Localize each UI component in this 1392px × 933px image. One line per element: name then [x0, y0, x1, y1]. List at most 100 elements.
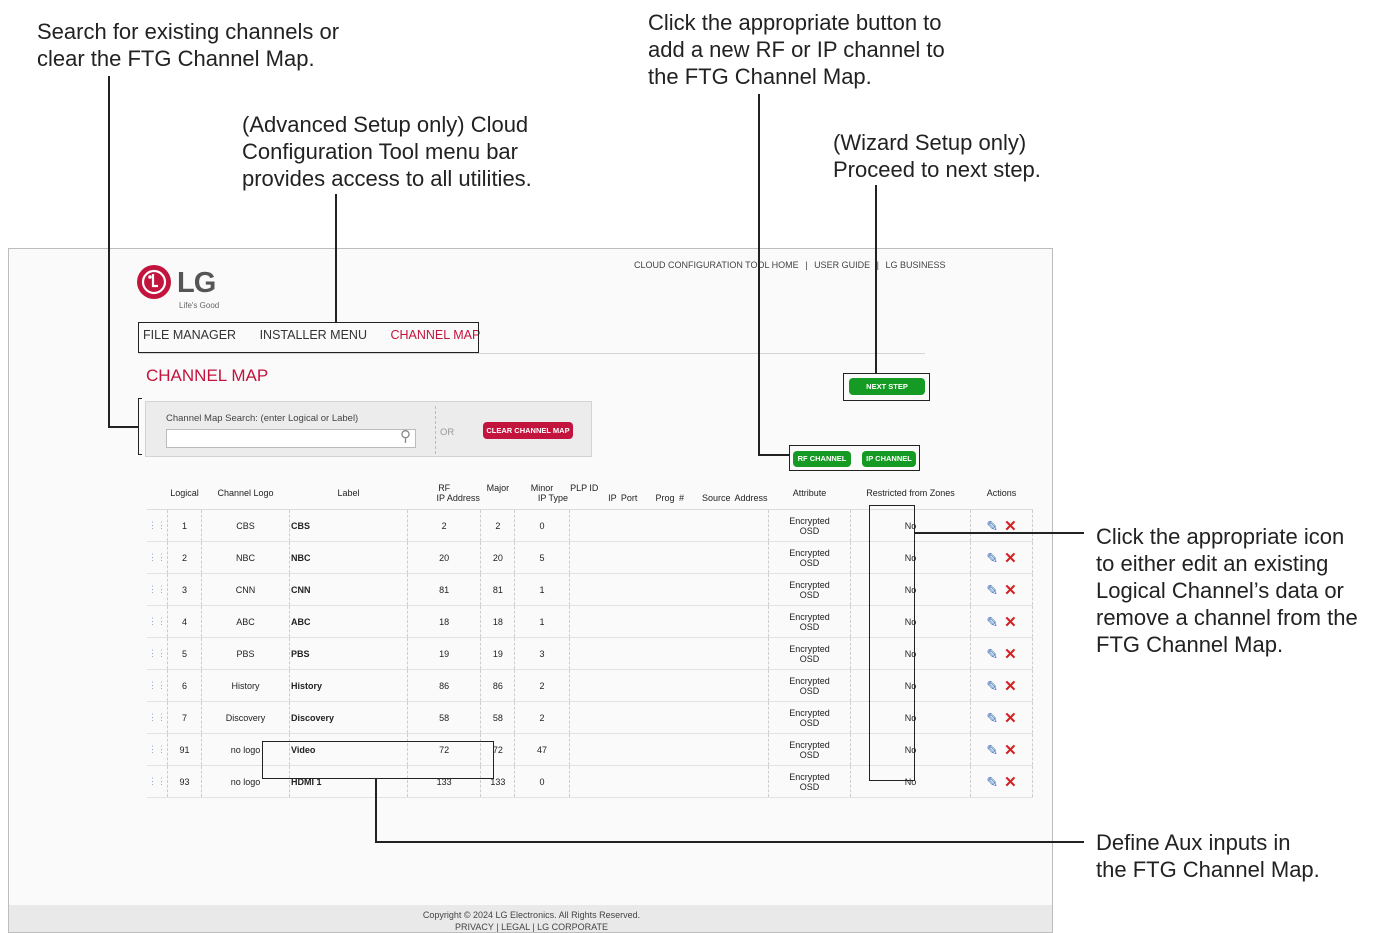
col-major: Major: [480, 476, 515, 510]
logo-wordmark: LG: [177, 267, 216, 299]
cell-logo: ABC: [201, 605, 290, 638]
attribute-encrypted: Encrypted: [789, 547, 830, 558]
drag-handle-icon[interactable]: ⋮⋮: [147, 765, 168, 798]
delete-x-icon[interactable]: ✕: [1004, 582, 1017, 599]
callout-line: provides access to all utilities.: [242, 166, 532, 191]
cell-logical: 1: [167, 509, 202, 542]
divider: [139, 353, 925, 354]
callout-line: Logical Channel’s data or: [1096, 578, 1344, 603]
leader-line: [758, 94, 760, 455]
callout-line: Click the appropriate button to: [648, 10, 942, 35]
drag-handle-icon[interactable]: ⋮⋮: [147, 509, 168, 542]
cell-actions: ✎ ✕: [970, 765, 1034, 798]
link-lg-business[interactable]: LG BUSINESS: [885, 260, 945, 270]
leader-line: [875, 185, 877, 374]
cell-label: PBS: [289, 637, 408, 670]
cell-minor: 47: [514, 733, 570, 766]
callout-search: Search for existing channels or clear th…: [37, 18, 339, 72]
cell-label: Discovery: [289, 701, 408, 734]
delete-x-icon[interactable]: ✕: [1004, 710, 1017, 727]
edit-pencil-icon[interactable]: ✎: [986, 550, 998, 566]
cell-actions: ✎ ✕: [970, 605, 1034, 638]
cell-rf: 86: [407, 669, 482, 702]
delete-x-icon[interactable]: ✕: [1004, 614, 1017, 631]
link-legal[interactable]: LEGAL: [501, 922, 530, 932]
delete-x-icon[interactable]: ✕: [1004, 742, 1017, 759]
footer-links: PRIVACY | LEGAL | LG CORPORATE: [9, 922, 1052, 932]
cell-minor: 1: [514, 573, 570, 606]
clear-channel-map-button[interactable]: CLEAR CHANNEL MAP: [483, 422, 573, 439]
delete-x-icon[interactable]: ✕: [1004, 774, 1017, 791]
cell-ip-details: [569, 509, 770, 542]
drag-handle-icon[interactable]: ⋮⋮: [147, 701, 168, 734]
leader-line: [375, 841, 1084, 843]
leader-line: [375, 778, 377, 842]
callout-line: clear the FTG Channel Map.: [37, 46, 315, 71]
callout-line: Proceed to next step.: [833, 157, 1041, 182]
callout-line: remove a channel from the: [1096, 605, 1358, 630]
callout-line: FTG Channel Map.: [1096, 632, 1284, 657]
attribute-encrypted: Encrypted: [789, 707, 830, 718]
cell-major: 18: [480, 605, 516, 638]
edit-pencil-icon[interactable]: ✎: [986, 614, 998, 630]
drag-handle-icon[interactable]: ⋮⋮: [147, 541, 168, 574]
col-ip-details: PLP ID IP Port Prog # Source Address: [569, 476, 769, 510]
edit-pencil-icon[interactable]: ✎: [986, 710, 998, 726]
link-separator: |: [805, 260, 808, 270]
cell-ip-details: [569, 637, 770, 670]
drag-handle-icon[interactable]: ⋮⋮: [147, 733, 168, 766]
ip-address-header: IP Address: [436, 492, 480, 503]
callout-line: (Advanced Setup only) Cloud: [242, 112, 529, 137]
edit-pencil-icon[interactable]: ✎: [986, 678, 998, 694]
search-input[interactable]: [166, 429, 416, 448]
link-lg-corporate[interactable]: LG CORPORATE: [537, 922, 608, 932]
drag-handle-icon[interactable]: ⋮⋮: [147, 637, 168, 670]
cell-attribute: Encrypted OSD: [768, 637, 852, 670]
search-icon[interactable]: ⚲: [400, 427, 411, 445]
ip-type-header: IP Type: [537, 492, 569, 503]
highlight-actions: [869, 505, 915, 781]
col-logo: Channel Logo: [201, 476, 290, 510]
col-rf: RF IP Address: [407, 476, 481, 510]
search-label: Channel Map Search: (enter Logical or La…: [166, 413, 359, 424]
edit-pencil-icon[interactable]: ✎: [986, 774, 998, 790]
callout-line: the FTG Channel Map.: [648, 64, 872, 89]
col-attribute: Attribute: [768, 476, 851, 510]
cell-label: CBS: [289, 509, 408, 542]
col-drag: [147, 476, 168, 510]
edit-pencil-icon[interactable]: ✎: [986, 742, 998, 758]
cell-major: 86: [480, 669, 516, 702]
attribute-encrypted: Encrypted: [789, 611, 830, 622]
cell-ip-details: [569, 701, 770, 734]
search-panel: Channel Map Search: (enter Logical or La…: [145, 401, 592, 457]
cell-label: NBC: [289, 541, 408, 574]
cell-attribute: Encrypted OSD: [768, 733, 852, 766]
col-actions: Actions: [970, 476, 1033, 510]
link-separator: |: [876, 260, 879, 270]
edit-pencil-icon[interactable]: ✎: [986, 582, 998, 598]
edit-pencil-icon[interactable]: ✎: [986, 646, 998, 662]
link-user-guide[interactable]: USER GUIDE: [814, 260, 870, 270]
link-cct-home[interactable]: CLOUD CONFIGURATION TOOL HOME: [634, 260, 799, 270]
panel-separator: [435, 406, 437, 454]
cell-actions: ✎ ✕: [970, 733, 1034, 766]
plp-header: PLP ID: [570, 482, 599, 493]
drag-handle-icon[interactable]: ⋮⋮: [147, 669, 168, 702]
delete-x-icon[interactable]: ✕: [1004, 678, 1017, 695]
delete-x-icon[interactable]: ✕: [1004, 550, 1017, 567]
drag-handle-icon[interactable]: ⋮⋮: [147, 573, 168, 606]
link-privacy[interactable]: PRIVACY: [455, 922, 494, 932]
cell-logo: PBS: [201, 637, 290, 670]
delete-x-icon[interactable]: ✕: [1004, 646, 1017, 663]
attribute-osd: OSD: [799, 525, 820, 536]
cell-actions: ✎ ✕: [970, 669, 1034, 702]
drag-handle-icon[interactable]: ⋮⋮: [147, 605, 168, 638]
cell-logical: 5: [167, 637, 202, 670]
attribute-encrypted: Encrypted: [789, 771, 830, 782]
cell-major: 58: [480, 701, 516, 734]
cell-logo: NBC: [201, 541, 290, 574]
attribute-osd: OSD: [799, 557, 820, 568]
link-separator: |: [532, 922, 535, 932]
col-label: Label: [289, 476, 408, 510]
highlight-add-buttons: [789, 445, 920, 471]
